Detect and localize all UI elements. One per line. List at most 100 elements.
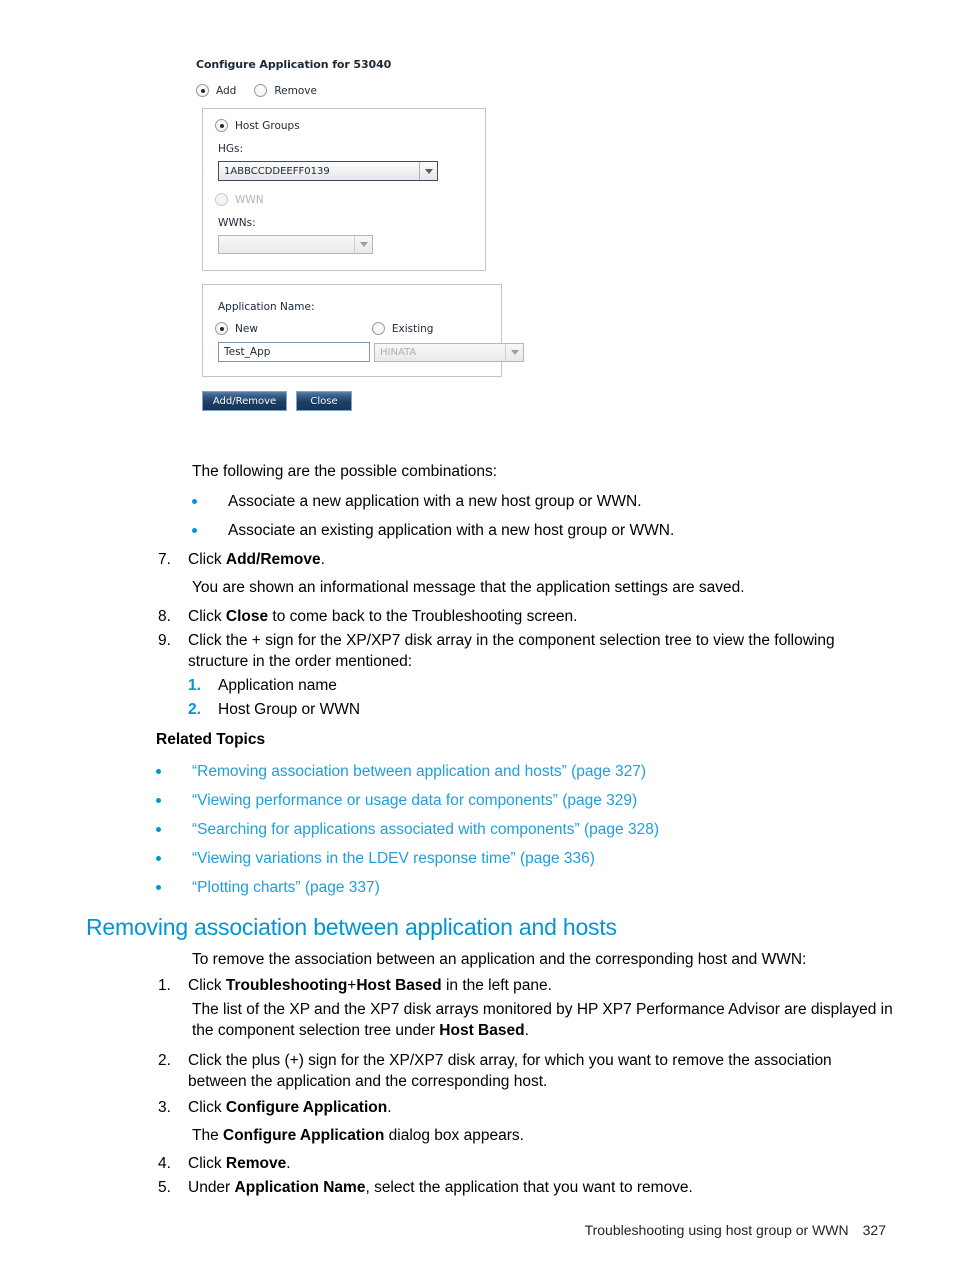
step-9-sub-2: 2. Host Group or WWN: [188, 699, 888, 720]
remove-step-1-number: 1.: [158, 977, 171, 994]
step-8-text: Click Close to come back to the Troubles…: [188, 606, 898, 627]
step-7-bold: Add/Remove: [225, 551, 321, 568]
remove-step-3-post: .: [387, 1099, 392, 1116]
list-item: “Viewing variations in the LDEV response…: [156, 848, 896, 869]
new-application-name-input[interactable]: Test_App: [218, 342, 370, 362]
list-item: “Removing association between applicatio…: [156, 761, 896, 782]
list-item: “Viewing performance or usage data for c…: [156, 790, 896, 811]
step-9-sub-2-text: Host Group or WWN: [218, 701, 361, 718]
related-topic-link[interactable]: “Viewing performance or usage data for c…: [192, 790, 896, 811]
step-8-number: 8.: [158, 608, 171, 625]
section-intro: To remove the association between an app…: [192, 951, 807, 968]
remove-step-2-text: Click the plus (+) sign for the XP/XP7 d…: [188, 1052, 832, 1090]
remove-step-4-bold: Remove: [225, 1155, 287, 1172]
new-radio-icon[interactable]: [215, 322, 228, 335]
step-9-sub-2-number: 2.: [188, 701, 201, 718]
bullet-icon: [156, 761, 192, 782]
step-9-sub-1-text: Application name: [218, 677, 337, 694]
existing-radio-label: Existing: [391, 322, 434, 335]
related-topic-link[interactable]: “Plotting charts” (page 337): [192, 877, 896, 898]
remove-step-3: 3. Click Configure Application.: [158, 1097, 898, 1118]
application-name-radio-group: New Existing: [215, 322, 489, 335]
new-radio-label: New: [235, 322, 258, 335]
wwn-radio-label: WWN: [235, 193, 264, 206]
remove-step-1-post: in the left pane.: [441, 977, 552, 994]
add-radio-label: Add: [216, 84, 237, 97]
step-9-sub-1-number: 1.: [188, 677, 201, 694]
radio-option-existing[interactable]: Existing: [371, 322, 471, 335]
list-item-text: Associate a new application with a new h…: [228, 493, 642, 510]
step-8-pre: Click: [188, 608, 226, 625]
step-8-bold: Close: [225, 608, 269, 625]
remove-step-1-mid: +: [347, 977, 357, 994]
remove-step-1-pre: Click: [188, 977, 226, 994]
step-7-pre: Click: [188, 551, 226, 568]
add-remove-button[interactable]: Add/Remove: [202, 391, 287, 411]
existing-application-field-wrapper: HINATA: [371, 342, 524, 362]
bullet-icon: [156, 877, 192, 898]
list-item: Associate a new application with a new h…: [192, 491, 892, 512]
remove-step-5-post: , select the application that you want t…: [365, 1179, 693, 1196]
remove-step-2-number: 2.: [158, 1052, 171, 1069]
chevron-down-icon: [359, 242, 368, 247]
remove-step-1-bold2: Host Based: [356, 977, 442, 994]
remove-step-2: 2. Click the plus (+) sign for the XP/XP…: [158, 1050, 858, 1092]
host-groups-radio-label: Host Groups: [235, 119, 300, 132]
existing-application-select-value: HINATA: [380, 346, 417, 358]
radio-option-wwn[interactable]: WWN: [215, 193, 455, 206]
step-7: 7. Click Add/Remove.: [158, 549, 898, 570]
step-9-text: Click the + sign for the XP/XP7 disk arr…: [188, 632, 835, 670]
remove-step-3-number: 3.: [158, 1099, 171, 1116]
existing-application-select-toggle[interactable]: [505, 343, 523, 361]
chevron-down-icon: [424, 168, 433, 174]
existing-application-select[interactable]: HINATA: [374, 342, 524, 362]
remove-step-5-pre: Under: [188, 1179, 235, 1196]
existing-radio-icon[interactable]: [371, 322, 385, 335]
related-topic-link[interactable]: “Searching for applications associated w…: [192, 819, 896, 840]
remove-step-3-note: The Configure Application dialog box app…: [192, 1125, 912, 1146]
remove-step-4: 4. Click Remove.: [158, 1153, 898, 1174]
remove-radio-label: Remove: [274, 84, 317, 97]
wwns-select[interactable]: [218, 235, 373, 254]
radio-option-existing-wrapper: Existing: [371, 322, 489, 335]
radio-option-add[interactable]: Add: [196, 84, 236, 97]
bullet-icon: [156, 819, 192, 840]
remove-step-4-post: .: [286, 1155, 291, 1172]
radio-option-host-groups[interactable]: Host Groups: [215, 119, 455, 132]
hgs-select-toggle[interactable]: [419, 162, 437, 180]
bullet-icon: [192, 491, 228, 512]
configure-application-dialog-figure: Configure Application for 53040 Add Remo…: [196, 58, 526, 411]
remove-step-1-note-post: .: [524, 1022, 529, 1039]
wwns-select-value: [219, 236, 354, 253]
related-topic-link[interactable]: “Removing association between applicatio…: [192, 761, 896, 782]
wwns-label: WWNs:: [218, 217, 256, 229]
new-application-field-wrapper: Test_App: [215, 342, 371, 362]
hgs-select[interactable]: 1ABBCCDDEEFF0139: [218, 161, 438, 181]
remove-step-5-bold: Application Name: [234, 1179, 366, 1196]
list-item: “Searching for applications associated w…: [156, 819, 896, 840]
remove-radio-icon[interactable]: [254, 84, 268, 97]
radio-option-new[interactable]: New: [215, 322, 354, 335]
page-footer: Troubleshooting using host group or WWN 3…: [0, 1222, 954, 1238]
application-name-inputs: Test_App HINATA: [215, 342, 524, 362]
remove-step-4-number: 4.: [158, 1155, 171, 1172]
radio-option-remove[interactable]: Remove: [254, 84, 317, 97]
add-radio-icon[interactable]: [196, 84, 209, 97]
list-item-text: Associate an existing application with a…: [228, 522, 675, 539]
bullet-icon: [192, 520, 228, 541]
chevron-down-icon: [510, 349, 519, 355]
dialog-title: Configure Application for 53040: [196, 58, 392, 71]
application-name-label: Application Name:: [218, 301, 315, 313]
remove-step-3-note-post: dialog box appears.: [384, 1127, 524, 1144]
remove-step-1-note: The list of the XP and the XP7 disk arra…: [192, 999, 912, 1041]
related-topic-link[interactable]: “Viewing variations in the LDEV response…: [192, 848, 896, 869]
dialog-button-row: Add/Remove Close: [202, 391, 526, 411]
list-item: “Plotting charts” (page 337): [156, 877, 896, 898]
step-7-post: .: [320, 551, 325, 568]
wwn-radio-icon[interactable]: [215, 193, 228, 206]
close-button[interactable]: Close: [296, 391, 352, 411]
host-selection-panel: Host Groups HGs: 1ABBCCDDEEFF0139 WWN WW…: [202, 108, 486, 271]
host-groups-radio-icon[interactable]: [215, 119, 228, 132]
wwns-select-toggle[interactable]: [354, 236, 372, 253]
remove-step-1-bold1: Troubleshooting: [225, 977, 348, 994]
